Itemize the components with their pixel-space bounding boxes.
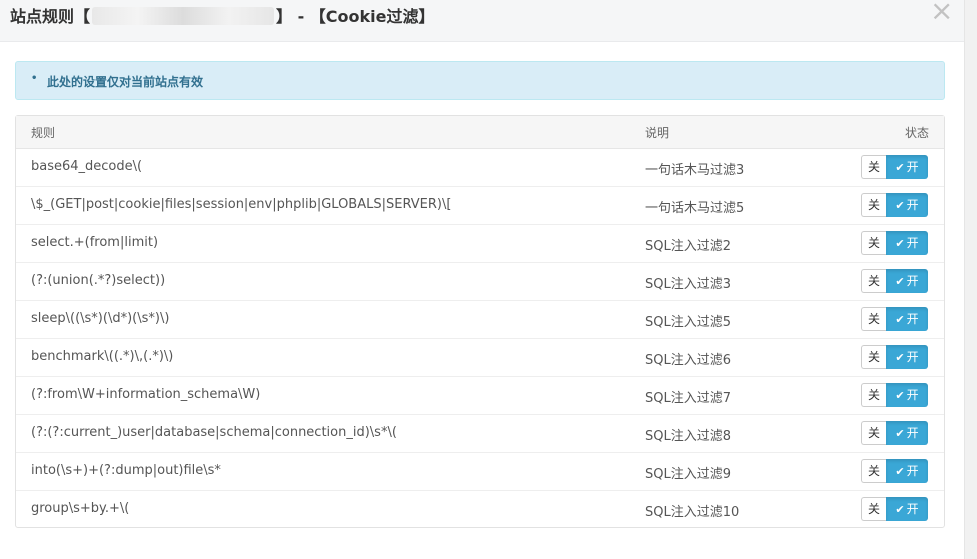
rule-pattern: select.+(from|limit) [31,235,159,250]
check-icon: ✔ [895,465,905,478]
status-toggle[interactable]: 关 ✔ 开 [861,459,929,483]
table-row: sleep\((\s*)(\d*)(\s*)\) SQL注入过滤5 关 ✔ 开 [16,301,944,339]
rule-pattern: benchmark\((.*)\,(.*)\) [31,349,174,364]
rule-description: SQL注入过滤5 [645,315,731,330]
toggle-on-label: 开 [906,350,919,364]
toggle-on-label: 开 [906,160,919,174]
toggle-off-button[interactable]: 关 [861,383,886,407]
rule-description: SQL注入过滤10 [645,505,740,520]
rule-pattern: into(\s+)+(?:dump|out)file\s* [31,463,221,478]
toggle-on-button[interactable]: ✔ 开 [886,231,928,255]
status-toggle[interactable]: 关 ✔ 开 [861,307,929,331]
table-row: group\s+by.+\(SQL注入过滤10 关 ✔ 开 [16,491,944,528]
toggle-off-button[interactable]: 关 [861,497,886,521]
rule-pattern: base64_decode\( [31,159,143,174]
rule-description: SQL注入过滤8 [645,429,731,444]
check-icon: ✔ [895,313,905,326]
toggle-on-button[interactable]: ✔ 开 [886,459,928,483]
redacted-site-name [92,7,275,25]
check-icon: ✔ [895,351,905,364]
title-suffix: 】 - 【Cookie过滤】 [276,7,435,26]
header-desc: 说明 [645,126,670,140]
toggle-on-button[interactable]: ✔ 开 [886,497,928,521]
toggle-off-button[interactable]: 关 [861,155,886,179]
header-status: 状态 [904,126,929,140]
toggle-on-button[interactable]: ✔ 开 [886,421,928,445]
scrollbar[interactable] [964,0,977,559]
table-row: base64_decode\(一句话木马过滤3 关 ✔ 开 [16,149,944,187]
table-row: (?:(?:current_)user|database|schema|conn… [16,415,944,453]
rule-pattern: group\s+by.+\( [31,501,130,516]
table-row: benchmark\((.*)\,(.*)\) SQL注入过滤6 关 ✔ 开 [16,339,944,377]
rule-description: SQL注入过滤2 [645,239,731,254]
status-toggle[interactable]: 关 ✔ 开 [861,421,929,445]
toggle-on-button[interactable]: ✔ 开 [886,155,928,179]
toggle-on-label: 开 [906,312,919,326]
toggle-on-button[interactable]: ✔ 开 [886,307,928,331]
notice-text: 此处的设置仅对当前站点有效 [47,75,204,89]
rule-description: SQL注入过滤9 [645,467,731,482]
rule-pattern: (?:(?:current_)user|database|schema|conn… [31,425,397,440]
toggle-on-label: 开 [906,274,919,288]
toggle-on-label: 开 [906,464,919,478]
rule-description: SQL注入过滤7 [645,391,731,406]
bullet-icon: • [31,73,38,84]
rule-description: SQL注入过滤3 [645,277,731,292]
status-toggle[interactable]: 关 ✔ 开 [861,269,929,293]
close-icon[interactable]: × [930,0,953,25]
check-icon: ✔ [895,503,905,516]
status-toggle[interactable]: 关 ✔ 开 [861,231,929,255]
notice-box: • 此处的设置仅对当前站点有效 [15,61,945,100]
check-icon: ✔ [895,237,905,250]
dialog-header: 站点规则【 】 - 【Cookie过滤】 [0,0,964,42]
toggle-off-button[interactable]: 关 [861,269,886,293]
rule-description: SQL注入过滤6 [645,353,731,368]
check-icon: ✔ [895,199,905,212]
toggle-on-label: 开 [906,236,919,250]
toggle-on-button[interactable]: ✔ 开 [886,383,928,407]
toggle-on-label: 开 [906,198,919,212]
header-rule: 规则 [31,126,56,140]
check-icon: ✔ [895,275,905,288]
status-toggle[interactable]: 关 ✔ 开 [861,193,929,217]
rule-description: 一句话木马过滤3 [645,163,745,178]
toggle-off-button[interactable]: 关 [861,307,886,331]
toggle-off-button[interactable]: 关 [861,421,886,445]
title-prefix: 站点规则【 [10,7,91,26]
check-icon: ✔ [895,389,905,402]
toggle-on-label: 开 [906,388,919,402]
table-row: (?:from\W+information_schema\W) SQL注入过滤7 关… [16,377,944,415]
check-icon: ✔ [895,427,905,440]
toggle-off-button[interactable]: 关 [861,345,886,369]
check-icon: ✔ [895,161,905,174]
toggle-on-button[interactable]: ✔ 开 [886,193,928,217]
toggle-on-button[interactable]: ✔ 开 [886,269,928,293]
status-toggle[interactable]: 关 ✔ 开 [861,383,929,407]
toggle-on-label: 开 [906,502,919,516]
toggle-off-button[interactable]: 关 [861,231,886,255]
rule-pattern: (?:from\W+information_schema\W) [31,387,261,402]
toggle-on-label: 开 [906,426,919,440]
table-row: \$_(GET|post|cookie|files|session|env|ph… [16,187,944,225]
rule-pattern: sleep\((\s*)(\d*)(\s*)\) [31,311,170,326]
rule-pattern: (?:(union(.*?)select)) [31,273,166,288]
rule-description: 一句话木马过滤5 [645,201,745,216]
table-header: 规则 说明 状态 [16,116,944,149]
status-toggle[interactable]: 关 ✔ 开 [861,345,929,369]
status-toggle[interactable]: 关 ✔ 开 [861,497,929,521]
rules-table: 规则 说明 状态 base64_decode\(一句话木马过滤3 关 ✔ 开 \$_(G… [15,115,945,528]
toggle-off-button[interactable]: 关 [861,193,886,217]
dialog-title: 站点规则【 】 - 【Cookie过滤】 [10,6,435,28]
toggle-off-button[interactable]: 关 [861,459,886,483]
status-toggle[interactable]: 关 ✔ 开 [861,155,929,179]
toggle-on-button[interactable]: ✔ 开 [886,345,928,369]
table-row: select.+(from|limit) SQL注入过滤2 关 ✔ 开 [16,225,944,263]
table-row: into(\s+)+(?:dump|out)file\s* SQL注入过滤9 关 ✔ 开 [16,453,944,491]
site-rule-dialog: 站点规则【 】 - 【Cookie过滤】 × • 此处的设置仅对当前站点有效 规则… [0,0,977,559]
table-row: (?:(union(.*?)select)) SQL注入过滤3 关 ✔ 开 [16,263,944,301]
rule-pattern: \$_(GET|post|cookie|files|session|env|ph… [31,197,452,212]
